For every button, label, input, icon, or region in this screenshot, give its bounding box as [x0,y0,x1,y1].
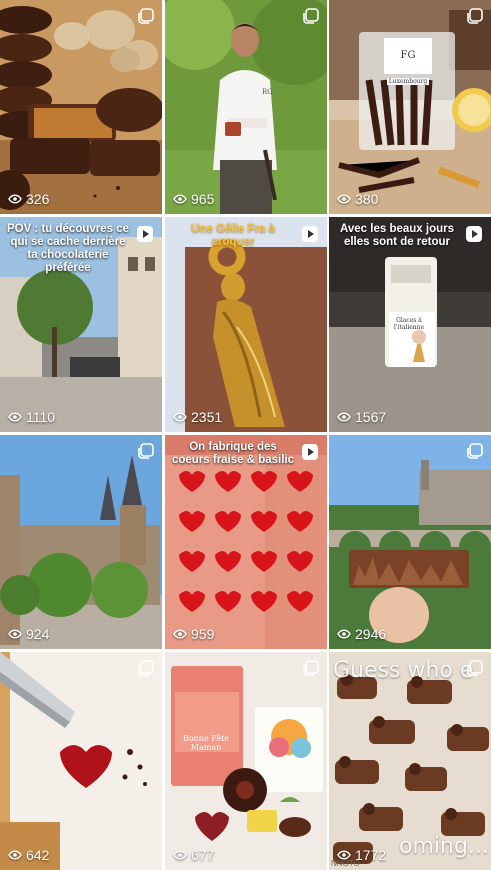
eye-icon [8,412,22,422]
eye-icon [337,629,351,639]
eye-icon [173,629,187,639]
view-count: 959 [173,626,214,642]
tile-image [165,652,327,870]
grid-tile-8[interactable]: On fabrique des coeurs fraise & basilic … [165,435,327,649]
carousel-icon [467,443,483,459]
view-count-value: 380 [355,191,379,207]
reel-icon [302,444,318,460]
eye-icon [8,629,22,639]
view-count: 326 [8,191,49,207]
grid-tile-10[interactable]: 642 [0,652,162,870]
overlay-text-bottom: oming... [399,834,489,859]
view-count-value: 1772 [355,847,387,863]
view-count: 1567 [337,409,386,425]
carousel-icon [138,443,154,459]
eye-icon [337,412,351,422]
view-count: 380 [337,191,378,207]
reel-caption: POV : tu découvres ce qui se cache derri… [6,223,130,274]
view-count: 924 [8,626,49,642]
carousel-icon [303,8,319,24]
view-count-value: 924 [26,626,50,642]
eye-icon [337,850,351,860]
reel-icon [137,226,153,242]
svg-text:FG: FG [401,50,416,61]
view-count-value: 959 [191,626,215,642]
overlay-text-top: Guess who e [333,658,474,683]
eye-icon [173,850,187,860]
tile-image [165,217,327,432]
view-count-value: 642 [26,847,50,863]
tile-image [329,435,491,649]
grid-tile-11[interactable]: Bonne Fête Maman 677 [165,652,327,870]
reel-caption: On fabrique des coeurs fraise & basilic [171,441,295,466]
grid-tile-2[interactable]: RG 965 [165,0,327,214]
eye-icon [173,412,187,422]
grid-tile-12[interactable]: Guess who e oming... NNOTO 1772 [329,652,491,870]
carousel-icon [303,660,319,676]
view-count-value: 2946 [355,626,387,642]
view-count-value: 2351 [191,409,223,425]
reel-caption: Avec les beaux jours elles sont de retou… [340,223,454,248]
view-count: 677 [173,847,214,863]
grid-tile-4[interactable]: POV : tu découvres ce qui se cache derri… [0,217,162,432]
grid-tile-5[interactable]: Une Gêlle Fra à croquer 2351 [165,217,327,432]
view-count-value: 1567 [355,409,387,425]
eye-icon [173,194,187,204]
ice-cream-sign: Glaces à l'italienne [393,317,425,331]
view-count-value: 1110 [26,409,56,425]
grid-tile-6[interactable]: Glaces à l'italienne Avec les beaux jour… [329,217,491,432]
grid-tile-9[interactable]: 2946 [329,435,491,649]
grid-tile-3[interactable]: FG Luxembourg 380 [329,0,491,214]
view-count-value: 965 [191,191,215,207]
carousel-icon [138,660,154,676]
view-count: 2946 [337,626,386,642]
eye-icon [337,194,351,204]
tile-image [0,652,162,870]
tile-image [0,435,162,649]
tile-image [165,435,327,649]
carousel-icon [467,8,483,24]
grid-tile-1[interactable]: 326 [0,0,162,214]
profile-grid: 326 RG 965 FG Luxembourg 380 POV: tu dé… [0,0,491,870]
chef-logo: RG [262,88,273,96]
carousel-icon [467,660,483,676]
reel-caption: Une Gêlle Fra à croquer [191,223,275,248]
view-count: 1772 [337,847,386,863]
carousel-icon [138,8,154,24]
reel-icon [302,226,318,242]
reel-icon [466,226,482,242]
box-label: Luxembourg [387,78,429,85]
tile-image [0,0,162,214]
view-count: 642 [8,847,49,863]
grid-tile-7[interactable]: 924 [0,435,162,649]
box-text: Bonne Fête Maman [182,734,230,752]
view-count-value: 677 [191,847,215,863]
view-count: 1110 [8,409,55,425]
eye-icon [8,850,22,860]
view-count: 965 [173,191,214,207]
view-count-value: 326 [26,191,50,207]
view-count: 2351 [173,409,222,425]
eye-icon [8,194,22,204]
tile-image [165,0,327,214]
tile-image: FG [329,0,491,214]
